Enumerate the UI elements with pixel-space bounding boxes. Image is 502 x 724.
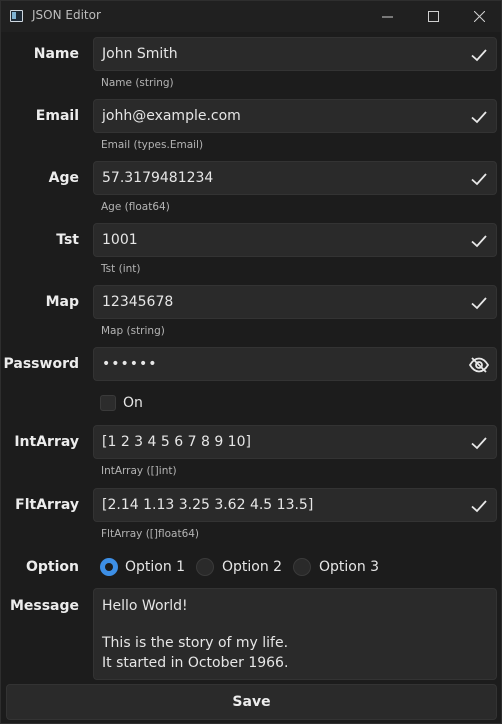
option-label: Option [26, 559, 79, 575]
close-button[interactable] [456, 1, 502, 32]
map-value: 12345678 [102, 294, 174, 310]
fltarray-hint: FltArray ([]float64) [101, 528, 200, 540]
check-icon [471, 297, 487, 310]
check-icon [471, 49, 487, 62]
fltarray-field[interactable]: [2.14 1.13 3.25 3.62 4.5 13.5] [93, 488, 497, 522]
option-1-radio[interactable] [100, 558, 118, 576]
tst-value: 1001 [102, 232, 138, 248]
option-2-radio[interactable] [196, 558, 214, 576]
fltarray-value: [2.14 1.13 3.25 3.62 4.5 13.5] [102, 497, 314, 513]
message-textarea[interactable]: Hello World! This is the story of my lif… [93, 588, 497, 680]
option-3-radio[interactable] [293, 558, 311, 576]
option-1-label[interactable]: Option 1 [125, 559, 185, 575]
tst-field[interactable]: 1001 [93, 223, 497, 257]
message-line: It started in October 1966. [102, 655, 289, 671]
name-value: John Smith [102, 46, 178, 62]
check-icon [471, 111, 487, 124]
password-field[interactable]: •••••• [93, 347, 497, 381]
intarray-hint: IntArray ([]int) [101, 465, 177, 477]
message-line: Hello World! [102, 598, 188, 614]
intarray-label: IntArray [14, 434, 79, 450]
age-label: Age [48, 170, 79, 186]
tst-hint: Tst (int) [101, 263, 141, 275]
minimize-icon [381, 16, 393, 18]
maximize-icon [427, 11, 439, 22]
intarray-field[interactable]: [1 2 3 4 5 6 7 8 9 10] [93, 425, 497, 459]
on-checkbox[interactable] [100, 395, 116, 411]
message-line: This is the story of my life. [102, 635, 289, 651]
save-button[interactable]: Save [6, 684, 497, 720]
check-icon [471, 500, 487, 513]
option-2-label[interactable]: Option 2 [222, 559, 282, 575]
message-label: Message [9, 598, 79, 614]
title-bar[interactable]: JSON Editor [1, 1, 501, 32]
age-value: 57.3179481234 [102, 170, 214, 186]
maximize-button[interactable] [410, 1, 456, 32]
email-value: johh@example.com [102, 108, 241, 124]
email-hint: Email (types.Email) [101, 139, 204, 151]
password-value: •••••• [102, 356, 158, 372]
check-icon [471, 437, 487, 450]
json-editor-window: JSON Editor Name John Smith Name (string… [0, 0, 502, 724]
window-title: JSON Editor [32, 8, 101, 22]
intarray-value: [1 2 3 4 5 6 7 8 9 10] [102, 434, 251, 450]
check-icon [471, 235, 487, 248]
close-icon [473, 11, 485, 22]
option-3-label[interactable]: Option 3 [319, 559, 379, 575]
window-icon [10, 10, 23, 22]
eye-off-icon[interactable] [469, 356, 489, 374]
name-field[interactable]: John Smith [93, 37, 497, 71]
email-field[interactable]: johh@example.com [93, 99, 497, 133]
email-label: Email [35, 108, 79, 124]
age-hint: Age (float64) [101, 201, 170, 213]
tst-label: Tst [56, 232, 79, 248]
fltarray-label: FltArray [15, 497, 79, 513]
name-label: Name [33, 46, 79, 62]
age-field[interactable]: 57.3179481234 [93, 161, 497, 195]
name-hint: Name (string) [101, 77, 174, 89]
map-hint: Map (string) [101, 325, 165, 337]
map-label: Map [45, 294, 79, 310]
on-checkbox-label: On [123, 395, 143, 411]
check-icon [471, 173, 487, 186]
minimize-button[interactable] [364, 1, 410, 32]
password-label: Password [3, 356, 79, 372]
map-field[interactable]: 12345678 [93, 285, 497, 319]
